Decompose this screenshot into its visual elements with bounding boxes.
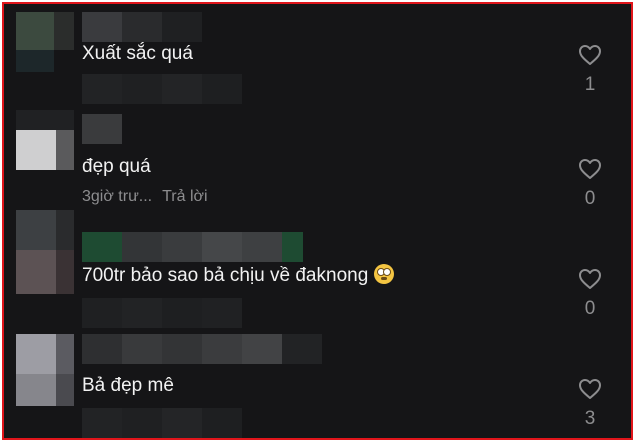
heart-outline-icon xyxy=(579,45,601,65)
face-with-rolling-eyes-icon xyxy=(374,264,395,284)
like-count: 0 xyxy=(584,188,596,209)
comment-timestamp: 3giờ trư... xyxy=(82,188,153,205)
heart-outline-icon xyxy=(579,269,601,289)
comment-meta-blurred xyxy=(82,74,242,104)
username-blurred[interactable] xyxy=(82,114,122,144)
like-count: 0 xyxy=(584,298,596,319)
like-button[interactable]: 3 xyxy=(574,378,606,430)
comment-meta-blurred xyxy=(82,298,242,328)
username-blurred[interactable] xyxy=(82,334,322,364)
avatar[interactable] xyxy=(16,12,74,72)
comment-item: Bả đẹp mê 3 xyxy=(4,328,631,438)
comment-item: Xuất sắc quá 1 xyxy=(4,4,631,110)
avatar[interactable] xyxy=(16,210,74,294)
like-count: 3 xyxy=(584,408,596,429)
username-blurred[interactable] xyxy=(82,232,303,262)
avatar[interactable] xyxy=(16,334,74,406)
comment-text: Xuất sắc quá xyxy=(82,43,193,64)
heart-outline-icon xyxy=(579,379,601,399)
username-blurred[interactable] xyxy=(82,12,202,42)
avatar[interactable] xyxy=(16,110,74,170)
heart-outline-icon xyxy=(579,159,601,179)
comment-list: Xuất sắc quá 1 đẹp quá 3giờ trư... Trả lờ… xyxy=(2,2,633,440)
comment-meta: 3giờ trư... Trả lời xyxy=(82,187,208,207)
comment-text: Bả đẹp mê xyxy=(82,375,174,396)
comment-item: đẹp quá 3giờ trư... Trả lời 0 xyxy=(4,110,631,210)
like-button[interactable]: 0 xyxy=(574,158,606,210)
comment-meta-blurred xyxy=(82,408,242,438)
reply-button[interactable]: Trả lời xyxy=(162,188,207,205)
like-button[interactable]: 1 xyxy=(574,44,606,96)
comment-text: 700tr bảo sao bả chịu về đaknong xyxy=(82,264,395,288)
like-button[interactable]: 0 xyxy=(574,268,606,320)
comment-item: 700tr bảo sao bả chịu về đaknong 0 xyxy=(4,210,631,328)
comment-text: đẹp quá xyxy=(82,156,151,177)
like-count: 1 xyxy=(584,74,596,95)
